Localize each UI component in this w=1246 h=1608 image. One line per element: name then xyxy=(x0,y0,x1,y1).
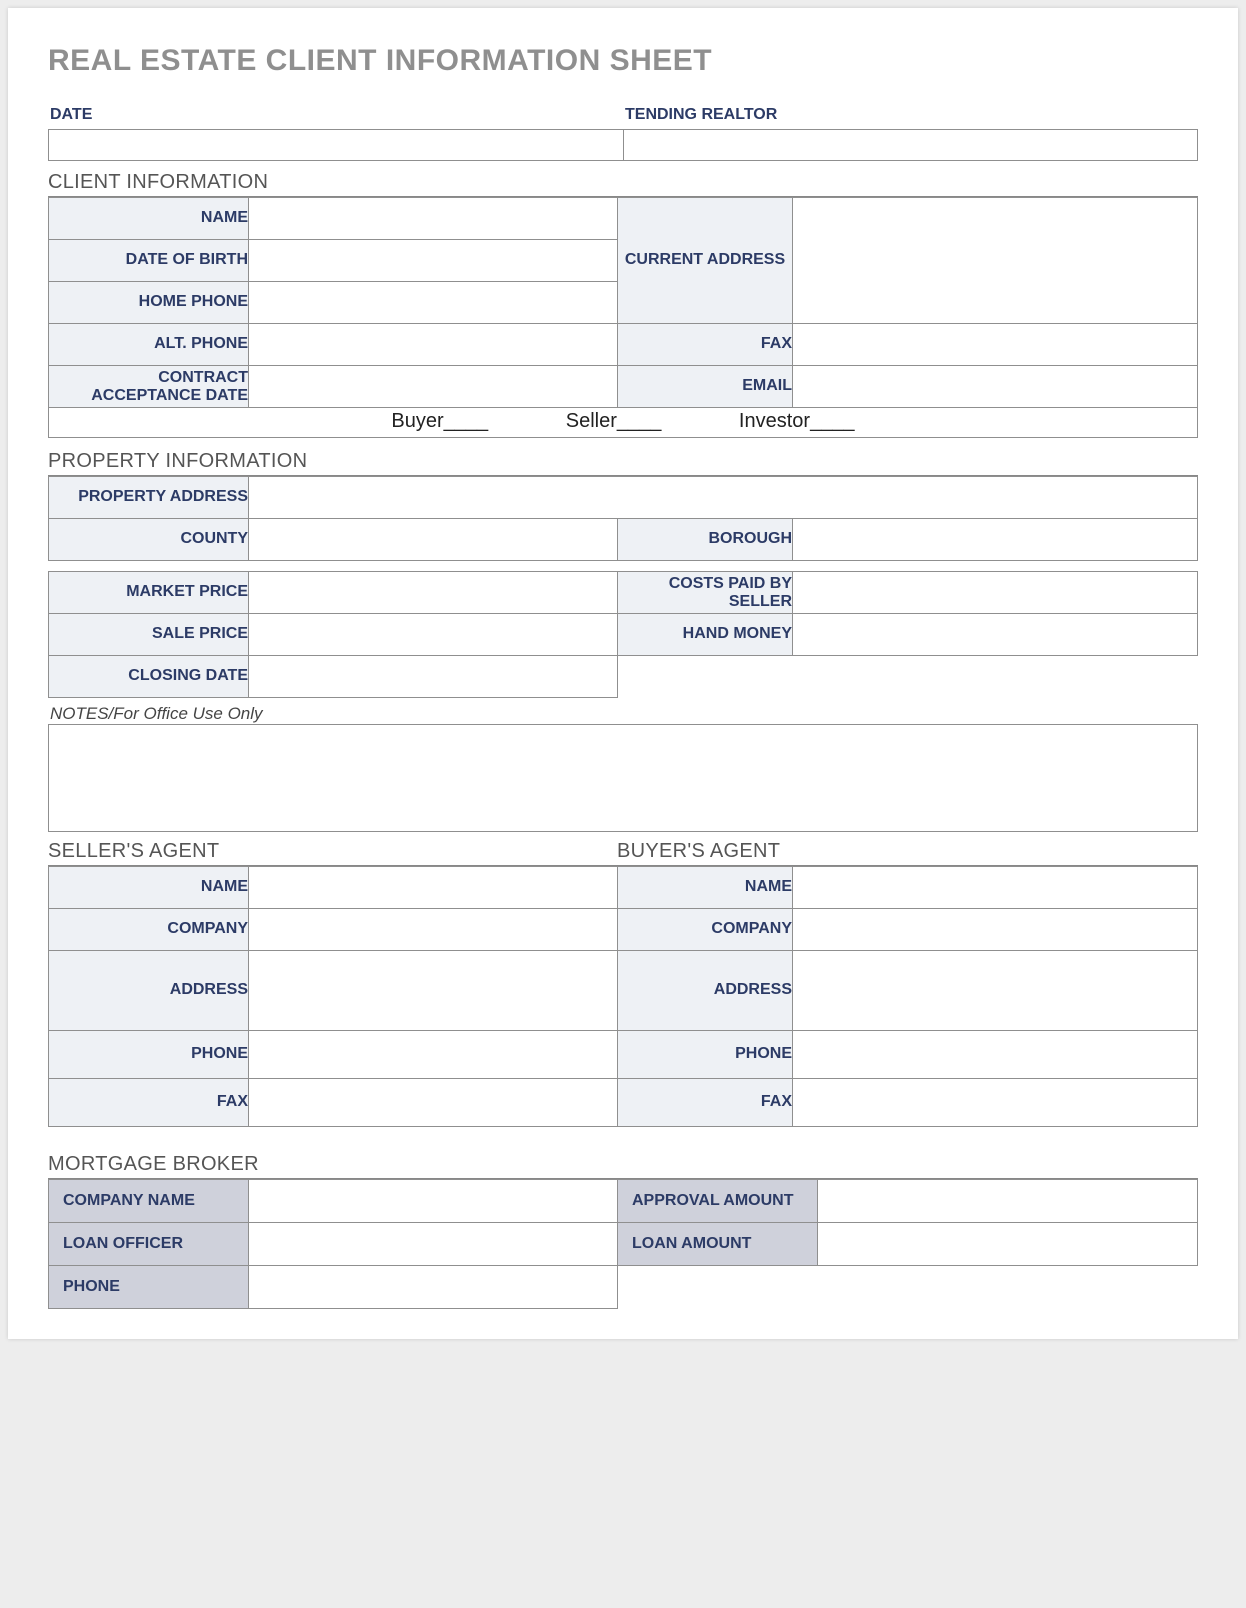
client-name-input[interactable] xyxy=(249,200,617,238)
agents-table: NAME NAME COMPANY COMPANY ADDRESS ADDRES… xyxy=(48,866,1198,1127)
top-row: DATE TENDING REALTOR xyxy=(48,106,1198,161)
client-email-label: EMAIL xyxy=(618,366,793,408)
client-fax-label: FAX xyxy=(618,324,793,366)
client-email-input[interactable] xyxy=(793,368,1197,406)
section-mortgage-broker: MORTGAGE BROKER xyxy=(48,1153,1198,1179)
notes-input[interactable] xyxy=(49,725,1197,831)
sa-name-label: NAME xyxy=(49,867,249,909)
hand-money-label: HAND MONEY xyxy=(618,614,793,656)
sa-fax-input[interactable] xyxy=(249,1084,617,1122)
loan-amount-label: LOAN AMOUNT xyxy=(618,1223,818,1266)
property-table-1: PROPERTY ADDRESS COUNTY BOROUGH xyxy=(48,476,1198,561)
hand-money-input[interactable] xyxy=(793,616,1197,654)
ba-fax-input[interactable] xyxy=(793,1084,1197,1122)
mortgage-company-input[interactable] xyxy=(249,1180,617,1222)
dob-input[interactable] xyxy=(249,242,617,280)
market-price-input[interactable] xyxy=(249,574,617,612)
realtor-label: TENDING REALTOR xyxy=(623,106,1198,129)
date-input[interactable] xyxy=(48,129,623,161)
county-label: COUNTY xyxy=(49,519,249,561)
current-address-label: CURRENT ADDRESS xyxy=(618,198,793,324)
alt-phone-input[interactable] xyxy=(249,326,617,364)
market-price-label: MARKET PRICE xyxy=(49,572,249,614)
costs-by-seller-input[interactable] xyxy=(793,574,1197,612)
sale-price-label: SALE PRICE xyxy=(49,614,249,656)
dob-label: DATE OF BIRTH xyxy=(49,240,249,282)
page-title: REAL ESTATE CLIENT INFORMATION SHEET xyxy=(48,44,1198,78)
approval-amount-input[interactable] xyxy=(818,1180,1197,1222)
loan-amount-input[interactable] xyxy=(818,1223,1197,1265)
section-property-info: PROPERTY INFORMATION xyxy=(48,450,1198,476)
contract-date-input[interactable] xyxy=(249,368,617,406)
ba-phone-label: PHONE xyxy=(618,1031,793,1079)
ba-address-label: ADDRESS xyxy=(618,951,793,1031)
section-buyers-agent: BUYER'S AGENT xyxy=(617,840,780,865)
closing-date-label: CLOSING DATE xyxy=(49,656,249,698)
role-investor[interactable]: Investor____ xyxy=(739,410,855,433)
approval-amount-label: APPROVAL AMOUNT xyxy=(618,1180,818,1223)
ba-fax-label: FAX xyxy=(618,1079,793,1127)
home-phone-input[interactable] xyxy=(249,284,617,322)
sa-address-input[interactable] xyxy=(249,951,617,1025)
client-fax-input[interactable] xyxy=(793,326,1197,364)
mortgage-phone-label: PHONE xyxy=(49,1266,249,1309)
loan-officer-label: LOAN OFFICER xyxy=(49,1223,249,1266)
property-address-input[interactable] xyxy=(249,479,1197,517)
sa-name-input[interactable] xyxy=(249,869,617,907)
role-row: Buyer____ Seller____ Investor____ xyxy=(48,408,1198,438)
current-address-input[interactable] xyxy=(793,234,1197,282)
mortgage-table: COMPANY NAME APPROVAL AMOUNT LOAN OFFICE… xyxy=(48,1179,1198,1309)
sa-fax-label: FAX xyxy=(49,1079,249,1127)
sa-company-label: COMPANY xyxy=(49,909,249,951)
ba-company-label: COMPANY xyxy=(618,909,793,951)
realtor-input[interactable] xyxy=(623,129,1198,161)
section-client-info: CLIENT INFORMATION xyxy=(48,171,1198,197)
form-page: REAL ESTATE CLIENT INFORMATION SHEET DAT… xyxy=(8,8,1238,1339)
sa-company-input[interactable] xyxy=(249,911,617,949)
costs-by-seller-label: COSTS PAID BY SELLER xyxy=(618,572,793,614)
contract-date-label: CONTRACT ACCEPTANCE DATE xyxy=(49,366,249,408)
borough-label: BOROUGH xyxy=(618,519,793,561)
ba-name-label: NAME xyxy=(618,867,793,909)
property-address-label: PROPERTY ADDRESS xyxy=(49,477,249,519)
sa-phone-label: PHONE xyxy=(49,1031,249,1079)
notes-label: NOTES/For Office Use Only xyxy=(48,704,1198,724)
section-sellers-agent: SELLER'S AGENT xyxy=(48,840,617,865)
agents-heading-row: SELLER'S AGENT BUYER'S AGENT xyxy=(48,840,1198,866)
role-seller[interactable]: Seller____ xyxy=(566,410,662,433)
property-table-2: MARKET PRICE COSTS PAID BY SELLER SALE P… xyxy=(48,571,1198,698)
county-input[interactable] xyxy=(249,521,617,559)
mortgage-phone-input[interactable] xyxy=(249,1266,617,1308)
sa-address-label: ADDRESS xyxy=(49,951,249,1031)
client-information-table: NAME CURRENT ADDRESS DATE OF BIRTH HOME … xyxy=(48,197,1198,408)
home-phone-label: HOME PHONE xyxy=(49,282,249,324)
ba-company-input[interactable] xyxy=(793,911,1197,949)
client-name-label: NAME xyxy=(49,198,249,240)
ba-address-input[interactable] xyxy=(793,951,1197,1025)
loan-officer-input[interactable] xyxy=(249,1223,617,1265)
sa-phone-input[interactable] xyxy=(249,1036,617,1074)
mortgage-company-label: COMPANY NAME xyxy=(49,1180,249,1223)
role-buyer[interactable]: Buyer____ xyxy=(391,410,488,433)
ba-phone-input[interactable] xyxy=(793,1036,1197,1074)
notes-box xyxy=(48,724,1198,832)
closing-date-input[interactable] xyxy=(249,658,617,696)
alt-phone-label: ALT. PHONE xyxy=(49,324,249,366)
sale-price-input[interactable] xyxy=(249,616,617,654)
date-label: DATE xyxy=(48,106,623,129)
ba-name-input[interactable] xyxy=(793,869,1197,907)
borough-input[interactable] xyxy=(793,521,1197,559)
